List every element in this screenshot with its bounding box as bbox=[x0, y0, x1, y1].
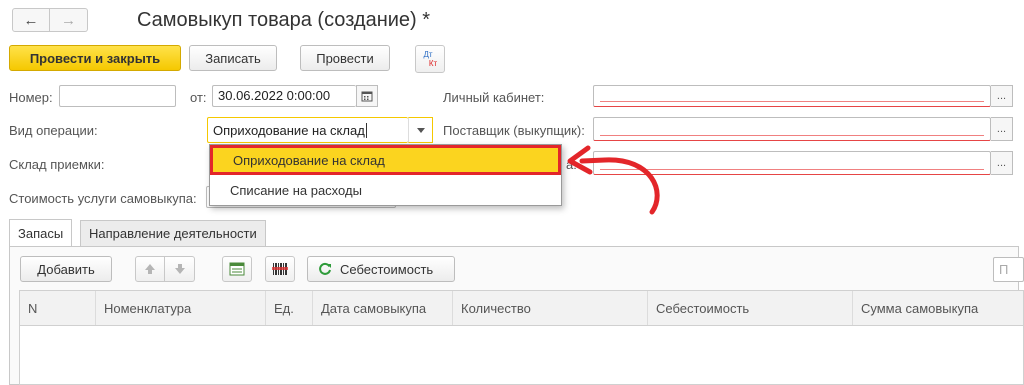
calendar-icon bbox=[361, 91, 373, 102]
tab-inventory[interactable]: Запасы bbox=[9, 219, 73, 246]
column-header-n[interactable]: N bbox=[20, 291, 96, 325]
search-input[interactable]: П bbox=[993, 257, 1024, 282]
goods-table: N Номенклатура Ед. Дата самовыкупа Колич… bbox=[19, 290, 1024, 385]
operation-type-dropdown-button[interactable] bbox=[408, 117, 433, 143]
number-field[interactable] bbox=[59, 85, 176, 107]
operation-type-field[interactable]: Оприходование на склад bbox=[207, 117, 408, 143]
arrow-down-icon bbox=[174, 264, 185, 274]
kt-label: Кт bbox=[428, 59, 438, 68]
back-button[interactable]: ← bbox=[12, 8, 50, 32]
warehouse-label: Склад приемки: bbox=[9, 157, 105, 172]
operation-type-dropdown-list: Оприходование на склад Списание на расхо… bbox=[209, 144, 562, 206]
barcode-icon bbox=[272, 263, 288, 275]
column-header-quantity[interactable]: Количество bbox=[453, 291, 648, 325]
fill-button[interactable] bbox=[222, 256, 252, 282]
number-label: Номер: bbox=[9, 90, 53, 105]
chevron-down-icon bbox=[416, 127, 425, 133]
date-label: от: bbox=[190, 90, 207, 105]
operation-type-label: Вид операции: bbox=[9, 123, 98, 138]
personal-cabinet-select-button[interactable]: ... bbox=[991, 85, 1013, 107]
personal-cabinet-field[interactable] bbox=[593, 85, 991, 107]
tab-activity-direction[interactable]: Направление деятельности bbox=[80, 220, 266, 246]
table-header-row: N Номенклатура Ед. Дата самовыкупа Колич… bbox=[20, 291, 1023, 326]
page-title: Самовыкуп товара (создание) * bbox=[137, 9, 431, 31]
column-header-buyout-sum[interactable]: Сумма самовыкупа bbox=[853, 291, 1023, 325]
move-down-button[interactable] bbox=[165, 256, 195, 282]
column-header-buyout-date[interactable]: Дата самовыкупа bbox=[313, 291, 453, 325]
personal-cabinet-label: Личный кабинет: bbox=[443, 90, 545, 105]
column-header-unit[interactable]: Ед. bbox=[266, 291, 313, 325]
cost-price-button[interactable]: Себестоимость bbox=[307, 256, 455, 282]
arrow-right-icon: → bbox=[61, 11, 76, 29]
annotation-arrow-icon bbox=[567, 145, 660, 215]
supplier-select-button[interactable]: ... bbox=[991, 117, 1013, 141]
column-header-cost-price[interactable]: Себестоимость bbox=[648, 291, 853, 325]
save-button[interactable]: Записать bbox=[189, 45, 277, 71]
contract-select-button[interactable]: ... bbox=[991, 151, 1013, 175]
post-and-close-button[interactable]: Провести и закрыть bbox=[9, 45, 181, 71]
arrow-up-icon bbox=[145, 264, 155, 274]
post-button[interactable]: Провести bbox=[300, 45, 390, 71]
add-button[interactable]: Добавить bbox=[20, 256, 112, 282]
move-up-button[interactable] bbox=[135, 256, 165, 282]
dropdown-option-receive-to-warehouse[interactable]: Оприходование на склад bbox=[210, 145, 561, 175]
barcode-button[interactable] bbox=[265, 256, 295, 282]
forward-button[interactable]: → bbox=[50, 8, 88, 32]
column-header-nomenclature[interactable]: Номенклатура bbox=[96, 291, 266, 325]
dt-kt-report-button[interactable]: Дт Кт bbox=[415, 45, 445, 73]
dropdown-option-write-off-expenses[interactable]: Списание на расходы bbox=[210, 175, 561, 205]
table-fill-icon bbox=[229, 262, 245, 276]
service-cost-label: Стоимость услуги самовыкупа: bbox=[9, 191, 197, 206]
date-field[interactable]: 30.06.2022 0:00:00 bbox=[212, 85, 356, 107]
dt-label: Дт bbox=[423, 50, 433, 59]
arrow-left-icon: ← bbox=[23, 11, 39, 29]
calendar-button[interactable] bbox=[356, 85, 378, 107]
refresh-icon bbox=[319, 262, 331, 275]
